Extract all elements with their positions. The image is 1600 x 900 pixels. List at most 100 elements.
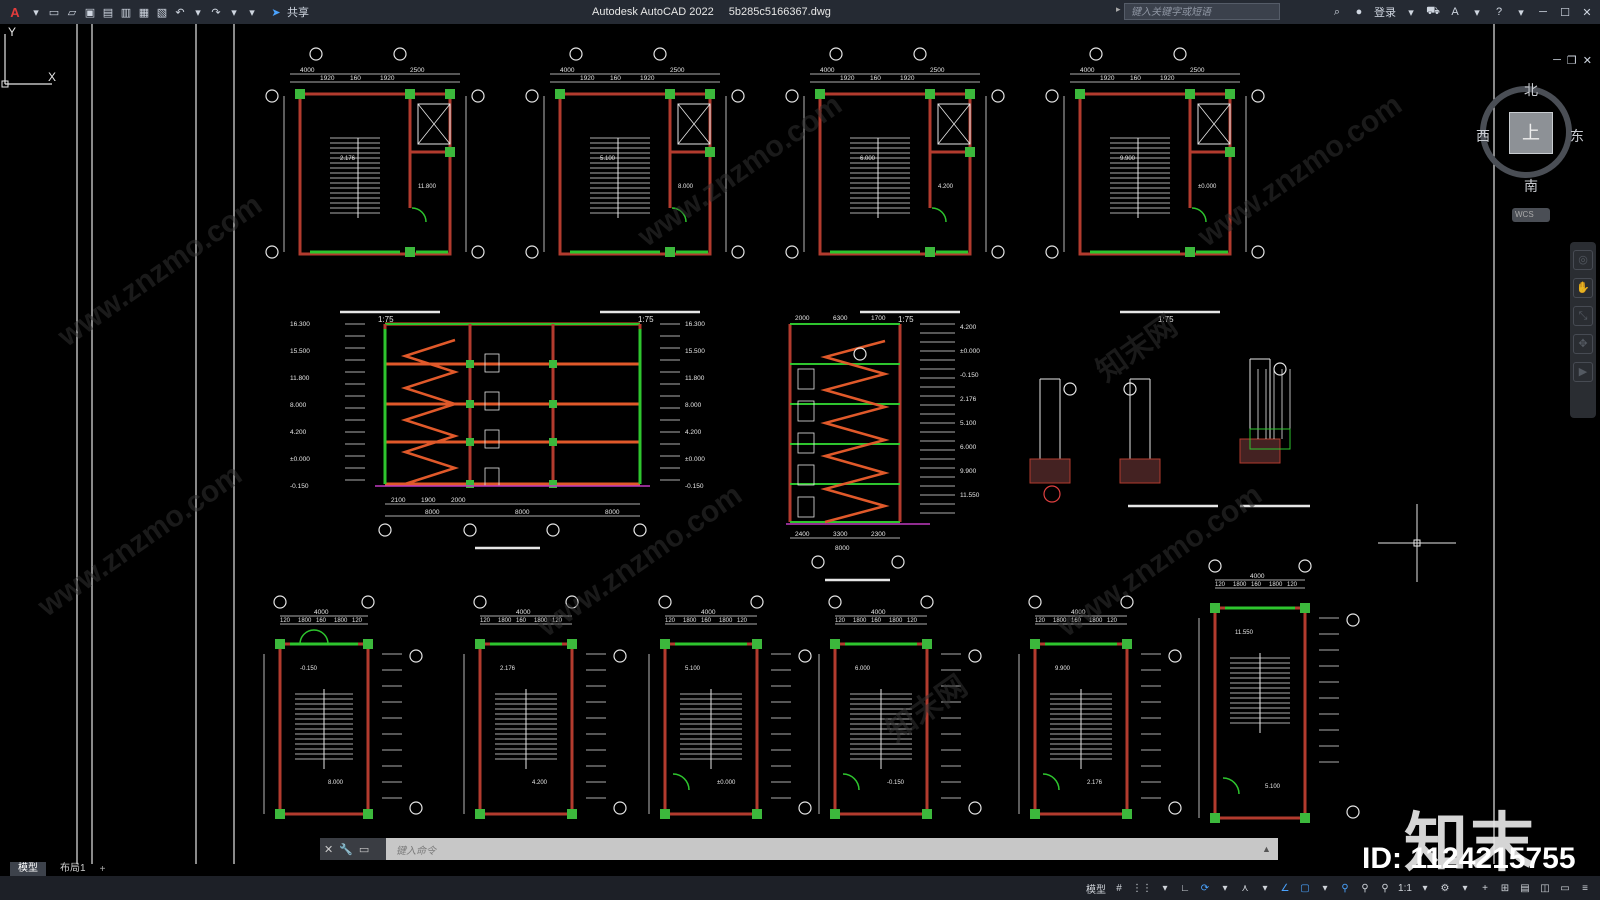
search-icon[interactable]: ⌕ <box>1330 6 1344 19</box>
handrail-section <box>1063 382 1077 396</box>
login-button[interactable]: 登录 <box>1374 4 1396 20</box>
pan-icon[interactable]: ✋ <box>1573 278 1593 298</box>
compass-east[interactable]: 东 <box>1570 126 1584 146</box>
model-space-button[interactable]: 模型 <box>1086 881 1106 896</box>
compass-west[interactable]: 西 <box>1476 126 1490 146</box>
dimension-text: 4000 <box>1250 573 1265 580</box>
clean-screen-icon[interactable]: ▭ <box>1558 883 1572 894</box>
search-input[interactable]: 键入关键字或短语 <box>1124 3 1280 20</box>
command-input[interactable]: 键入命令 <box>386 842 1262 857</box>
print-icon[interactable]: ▧ <box>154 4 170 20</box>
new-file-icon[interactable]: ▭ <box>46 4 62 20</box>
redo-dropdown-icon[interactable]: ▾ <box>226 4 242 20</box>
viewport-minimize-icon[interactable]: ─ <box>1553 54 1561 67</box>
command-close-icon[interactable]: ✕ <box>324 843 333 856</box>
quick-access-toolbar: A ▾ ▭ ▱ ▣ ▤ ▥ ▦ ▧ ↶ ▾ ↷ ▾ ▾ ➤ 共享 <box>0 0 309 24</box>
isolate-objects-icon[interactable]: ◫ <box>1538 883 1552 894</box>
steering-wheel-icon[interactable]: ◎ <box>1573 250 1593 270</box>
axis-bubble <box>991 89 1005 103</box>
axis-bubble <box>968 801 982 815</box>
workspace-dropdown-icon[interactable]: ▾ <box>1458 883 1472 894</box>
viewcube-top-face[interactable]: 上 <box>1509 112 1553 154</box>
dimension-text: 2400 <box>795 531 810 538</box>
plot-icon[interactable]: ▥ <box>118 4 134 20</box>
annotation-visibility-icon[interactable]: ⚲ <box>1338 883 1352 894</box>
object-snap-dropdown-icon[interactable]: ▾ <box>1318 883 1332 894</box>
wall-outline <box>298 92 452 256</box>
add-layout-icon[interactable]: + <box>100 864 106 875</box>
close-icon[interactable]: ✕ <box>1580 6 1594 19</box>
login-dropdown-icon[interactable]: ▾ <box>1404 6 1418 19</box>
dimension-text: 1800 <box>298 618 312 624</box>
elevation-text: 9.900 <box>1055 666 1071 672</box>
autodesk-a360-icon[interactable]: A <box>1448 6 1462 18</box>
column <box>1210 813 1220 823</box>
open-file-icon[interactable]: ▱ <box>64 4 80 20</box>
units-icon[interactable]: ⊞ <box>1498 883 1512 894</box>
command-customize-icon[interactable]: 🔧 <box>339 843 353 856</box>
cart-icon[interactable]: ⛟ <box>1426 5 1440 19</box>
snap-icon[interactable]: ⋮⋮ <box>1132 883 1152 894</box>
save-icon[interactable]: ▣ <box>82 4 98 20</box>
annotation-scale-dropdown-icon[interactable]: ▾ <box>1418 883 1432 894</box>
window-opening <box>797 496 815 518</box>
a360-dropdown-icon[interactable]: ▾ <box>1470 6 1484 19</box>
dimension-text: 4000 <box>560 67 575 74</box>
command-history-icon[interactable]: ▲ <box>1262 844 1278 854</box>
help-dropdown-icon[interactable]: ▾ <box>1514 6 1528 19</box>
workspace-gear-icon[interactable]: ⚙ <box>1438 883 1452 894</box>
window-opening <box>484 429 500 449</box>
auto-scale-icon[interactable]: ⚲ <box>1358 883 1372 894</box>
wcs-menu[interactable]: WCS <box>1512 208 1550 222</box>
quick-properties-icon[interactable]: ▤ <box>1518 883 1532 894</box>
viewport-close-icon[interactable]: ✕ <box>1583 54 1592 67</box>
isodraft-dropdown-icon[interactable]: ▾ <box>1258 883 1272 894</box>
object-snap-icon[interactable]: ▢ <box>1298 883 1312 894</box>
tab-layout1[interactable]: 布局1 <box>52 862 94 876</box>
redo-icon[interactable]: ↷ <box>208 4 224 20</box>
column <box>925 89 935 99</box>
chevron-down-icon[interactable]: ▾ <box>28 4 44 20</box>
orbit-icon[interactable]: ✥ <box>1573 334 1593 354</box>
elevation-text: 11.550 <box>960 492 980 499</box>
isodraft-icon[interactable]: ⋏ <box>1238 883 1252 894</box>
ortho-icon[interactable]: ∟ <box>1178 883 1192 894</box>
maximize-icon[interactable]: ☐ <box>1558 6 1572 19</box>
help-icon[interactable]: ? <box>1492 6 1506 18</box>
publish-icon[interactable]: ▦ <box>136 4 152 20</box>
autocad-logo-icon[interactable]: A <box>4 2 26 22</box>
customization-menu-icon[interactable]: ≡ <box>1578 883 1592 894</box>
zoom-extents-icon[interactable]: ⤡ <box>1573 306 1593 326</box>
compass-south[interactable]: 南 <box>1524 176 1538 196</box>
viewcube[interactable]: 上 北 南 东 西 <box>1476 80 1588 198</box>
column-section <box>549 400 557 408</box>
dimension-text: 4000 <box>516 609 531 616</box>
axis-bubble <box>731 89 745 103</box>
share-button[interactable]: ➤ 共享 <box>268 4 309 20</box>
grid-icon[interactable]: # <box>1112 883 1126 894</box>
viewport-restore-icon[interactable]: ❐ <box>1567 54 1577 67</box>
drawing-canvas[interactable]: 4000 1920 160 1920 2500 2.176 11.800 1:75 4000 19… <box>0 24 1600 881</box>
polar-dropdown-icon[interactable]: ▾ <box>1218 883 1232 894</box>
annotation-monitor-icon[interactable]: + <box>1478 883 1492 894</box>
annotation-scale-value[interactable]: 1:1 <box>1398 883 1412 894</box>
polar-icon[interactable]: ⟳ <box>1198 883 1212 894</box>
elevation-text: -0.150 <box>685 483 704 490</box>
layout-tabs: 模型 布局1 + <box>0 862 105 876</box>
showmotion-icon[interactable]: ▶ <box>1573 362 1593 382</box>
dimension-text: 160 <box>610 75 621 82</box>
undo-icon[interactable]: ↶ <box>172 4 188 20</box>
command-recent-icon[interactable]: ▭ <box>359 843 369 856</box>
snap-dropdown-icon[interactable]: ▾ <box>1158 883 1172 894</box>
search-expand-icon[interactable]: ▸ <box>1116 4 1121 15</box>
column-section <box>466 438 474 446</box>
customize-icon[interactable]: ▾ <box>244 4 260 20</box>
compass-north[interactable]: 北 <box>1524 80 1538 100</box>
minimize-icon[interactable]: ─ <box>1536 6 1550 18</box>
annotation-scale-icon[interactable]: ⚲ <box>1378 883 1392 894</box>
tab-model[interactable]: 模型 <box>10 862 46 876</box>
axis-bubble <box>1045 245 1059 259</box>
undo-dropdown-icon[interactable]: ▾ <box>190 4 206 20</box>
save-as-icon[interactable]: ▤ <box>100 4 116 20</box>
object-snap-tracking-icon[interactable]: ∠ <box>1278 883 1292 894</box>
